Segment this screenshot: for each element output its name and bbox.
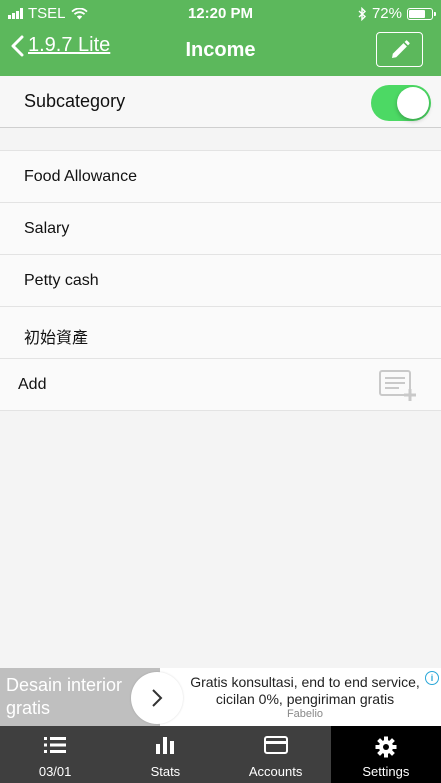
- tab-accounts[interactable]: Accounts: [221, 726, 331, 783]
- header: TSEL 12:20 PM 72% 1.9.7 Lite Income: [0, 0, 441, 76]
- ad-banner[interactable]: Desain interior gratis Gratis konsultasi…: [0, 668, 441, 726]
- gear-icon: [375, 736, 397, 758]
- navigation-bar: 1.9.7 Lite Income: [0, 26, 441, 76]
- bluetooth-icon: [358, 6, 366, 21]
- item-label: 初始資產: [24, 330, 89, 347]
- add-list-icon[interactable]: [379, 370, 419, 402]
- add-label: Add: [18, 376, 47, 393]
- ad-open-button[interactable]: [131, 672, 183, 724]
- edit-button[interactable]: [376, 32, 423, 67]
- tab-stats[interactable]: Stats: [110, 726, 220, 783]
- list-item[interactable]: Petty cash: [0, 255, 441, 307]
- pencil-icon: [391, 39, 410, 58]
- income-category-list: Food Allowance Salary Petty cash 初始資產 Ad…: [0, 150, 441, 411]
- credit-card-icon: [263, 736, 288, 754]
- add-row[interactable]: Add: [0, 359, 441, 411]
- ad-info-icon[interactable]: i: [425, 671, 439, 685]
- status-bar: TSEL 12:20 PM 72%: [0, 0, 441, 26]
- subcategory-row: Subcategory: [0, 76, 441, 128]
- tab-label: 03/01: [38, 764, 72, 779]
- list-item[interactable]: Salary: [0, 203, 441, 255]
- list-icon: [44, 737, 67, 753]
- ad-text: Gratis konsultasi, end to end service, c…: [190, 674, 420, 707]
- battery-icon: [407, 7, 436, 20]
- battery-percent: 72%: [371, 5, 402, 22]
- page-title: Income: [185, 39, 256, 61]
- list-item[interactable]: Food Allowance: [0, 151, 441, 203]
- item-label: Food Allowance: [24, 168, 137, 185]
- tab-bar: 03/01 Stats Accounts Settings: [0, 726, 441, 783]
- chevron-right-icon: [152, 689, 163, 707]
- bar-chart-icon: [156, 737, 175, 754]
- tab-label: Stats: [150, 764, 181, 779]
- item-label: Petty cash: [24, 272, 99, 289]
- tab-label: Accounts: [248, 764, 303, 779]
- subcategory-toggle[interactable]: [371, 85, 431, 121]
- tab-label: Settings: [362, 764, 410, 779]
- toggle-knob: [397, 87, 429, 119]
- tab-settings[interactable]: Settings: [330, 726, 441, 783]
- item-label: Salary: [24, 220, 70, 237]
- list-item[interactable]: 初始資產: [0, 307, 441, 359]
- ad-brand: Fabelio: [286, 708, 324, 720]
- tab-transactions[interactable]: 03/01: [0, 726, 110, 783]
- subcategory-label: Subcategory: [24, 91, 126, 111]
